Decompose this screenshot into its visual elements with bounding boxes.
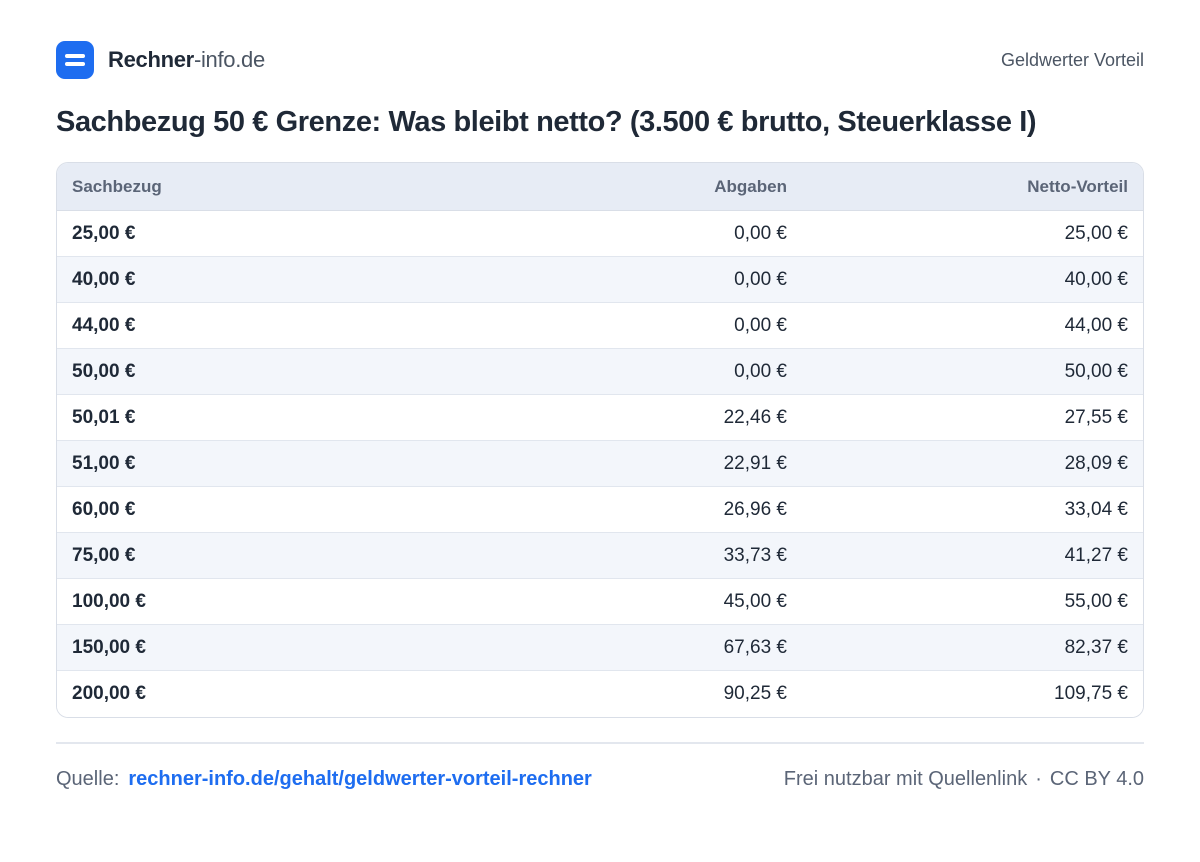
table-row: 75,00 € 33,73 € 41,27 € (57, 533, 1143, 579)
cell-abgaben: 22,46 € (723, 406, 787, 428)
cell-sachbezug: 44,00 € (72, 314, 136, 336)
cell-sachbezug: 50,00 € (72, 360, 136, 382)
cell-sachbezug: 40,00 € (72, 268, 136, 290)
column-header-netto-vorteil: Netto-Vorteil (1027, 176, 1128, 196)
cell-netto-vorteil: 55,00 € (1064, 590, 1128, 612)
cell-netto-vorteil: 82,37 € (1064, 636, 1128, 658)
cell-abgaben: 90,25 € (723, 683, 787, 704)
cell-netto-vorteil: 44,00 € (1064, 314, 1128, 336)
cell-sachbezug: 50,01 € (72, 406, 136, 428)
table-row: 50,01 € 22,46 € 27,55 € (57, 395, 1143, 441)
cell-abgaben: 26,96 € (723, 498, 787, 520)
license-separator: · (1035, 768, 1042, 790)
cell-netto-vorteil: 28,09 € (1064, 452, 1128, 474)
cell-sachbezug: 25,00 € (72, 222, 136, 244)
cell-sachbezug: 200,00 € (72, 683, 146, 704)
table-row: 150,00 € 67,63 € 82,37 € (57, 625, 1143, 671)
cell-sachbezug: 60,00 € (72, 498, 136, 520)
cell-netto-vorteil: 27,55 € (1064, 406, 1128, 428)
cell-sachbezug: 51,00 € (72, 452, 136, 474)
section-label: Geldwerter Vorteil (1000, 49, 1144, 70)
cell-abgaben: 0,00 € (734, 314, 787, 336)
cell-abgaben: 22,91 € (723, 452, 787, 474)
cell-sachbezug: 100,00 € (72, 590, 146, 612)
brand-name-bold: Rechner (108, 47, 194, 72)
data-table: Sachbezug Abgaben Netto-Vorteil 25,00 € … (56, 162, 1144, 718)
column-header-sachbezug: Sachbezug (72, 176, 162, 196)
cell-abgaben: 0,00 € (734, 360, 787, 382)
table-row: 25,00 € 0,00 € 25,00 € (57, 211, 1143, 257)
table-row: 40,00 € 0,00 € 40,00 € (57, 257, 1143, 303)
source-label: Quelle: (56, 768, 120, 790)
table-row: 51,00 € 22,91 € 28,09 € (57, 441, 1143, 487)
footer-divider (56, 742, 1144, 744)
cell-sachbezug: 150,00 € (72, 636, 146, 658)
cell-abgaben: 33,73 € (723, 544, 787, 566)
source-link[interactable]: rechner-info.de/gehalt/geldwerter-vortei… (128, 768, 591, 790)
cell-abgaben: 45,00 € (723, 590, 787, 612)
header: Rechner-info.de Geldwerter Vorteil (56, 41, 1144, 79)
cell-netto-vorteil: 33,04 € (1064, 498, 1128, 520)
cell-abgaben: 0,00 € (734, 268, 787, 290)
table-row: 44,00 € 0,00 € 44,00 € (57, 303, 1143, 349)
table-row: 50,00 € 0,00 € 50,00 € (57, 349, 1143, 395)
table-row: 100,00 € 45,00 € 55,00 € (57, 579, 1143, 625)
column-header-abgaben: Abgaben (714, 176, 787, 196)
table-row: 200,00 € 90,25 € 109,75 € (57, 671, 1143, 717)
page-title: Sachbezug 50 € Grenze: Was bleibt netto?… (56, 106, 1037, 138)
equals-icon (56, 41, 94, 79)
license-text: Frei nutzbar mit Quellenlink (783, 768, 1028, 790)
cell-sachbezug: 75,00 € (72, 544, 136, 566)
cell-netto-vorteil: 41,27 € (1064, 544, 1128, 566)
license-name: CC BY 4.0 (1049, 768, 1144, 790)
table-row: 60,00 € 26,96 € 33,04 € (57, 487, 1143, 533)
cell-netto-vorteil: 25,00 € (1064, 222, 1128, 244)
footer: Quelle: rechner-info.de/gehalt/geldwerter… (56, 768, 1144, 791)
cell-abgaben: 67,63 € (723, 636, 787, 658)
cell-netto-vorteil: 40,00 € (1064, 268, 1128, 290)
brand[interactable]: Rechner-info.de (56, 41, 265, 79)
cell-netto-vorteil: 50,00 € (1064, 360, 1128, 382)
license-info: Frei nutzbar mit Quellenlink · CC BY 4.0 (784, 768, 1144, 791)
brand-name: Rechner-info.de (108, 47, 265, 73)
table-header: Sachbezug Abgaben Netto-Vorteil (57, 163, 1143, 211)
brand-name-light: -info.de (193, 47, 265, 72)
cell-netto-vorteil: 109,75 € (1054, 683, 1128, 704)
cell-abgaben: 0,00 € (734, 222, 787, 244)
source: Quelle: rechner-info.de/gehalt/geldwerter… (56, 768, 592, 791)
